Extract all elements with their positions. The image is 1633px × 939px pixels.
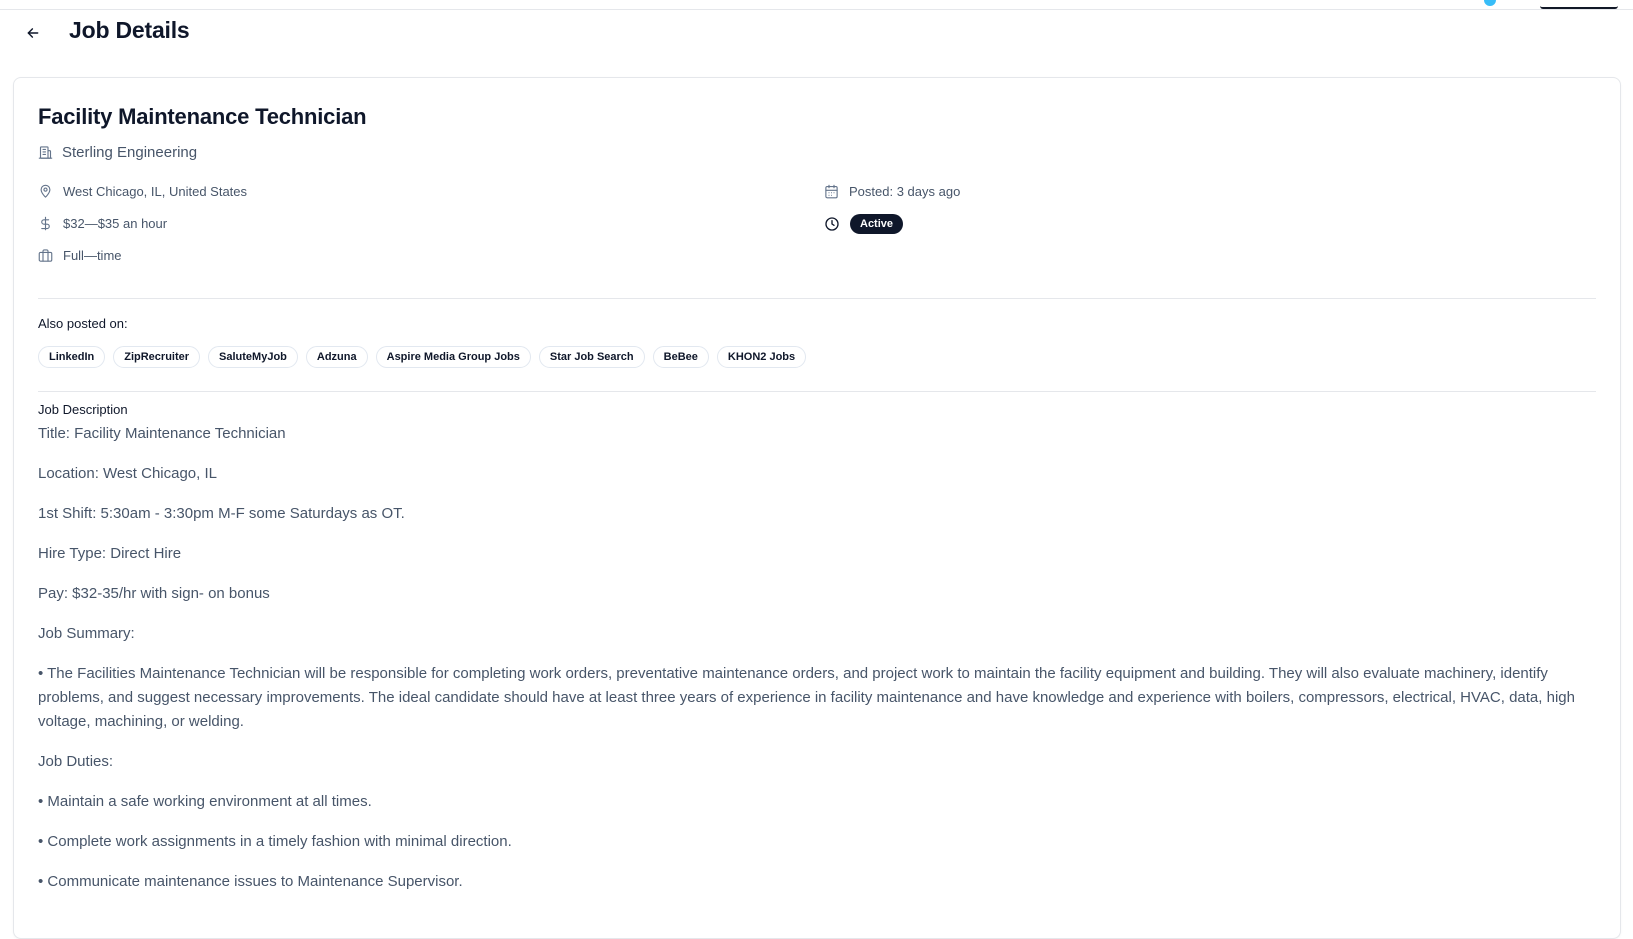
chip-salutemyjob[interactable]: SaluteMyJob	[208, 346, 298, 368]
top-action-button[interactable]	[1540, 0, 1618, 9]
clock-icon	[825, 217, 839, 231]
avatar-icon[interactable]	[1484, 0, 1496, 6]
page-header: Job Details	[0, 10, 1633, 56]
location-row: West Chicago, IL, United States	[38, 184, 247, 199]
job-type-text: Full—time	[63, 248, 122, 263]
description-paragraph: Title: Facility Maintenance Technician	[38, 425, 286, 442]
chip-aspire-media-group-jobs[interactable]: Aspire Media Group Jobs	[375, 346, 531, 368]
also-posted-label: Also posted on:	[38, 316, 128, 331]
job-description-label: Job Description	[38, 402, 128, 417]
description-paragraph: • Communicate maintenance issues to Main…	[38, 873, 463, 890]
description-paragraph: • The Facilities Maintenance Technician …	[38, 665, 1575, 730]
description-paragraph: Job Duties:	[38, 753, 114, 770]
posted-text: Posted: 3 days ago	[849, 184, 961, 199]
map-pin-icon	[40, 184, 51, 198]
job-title: Facility Maintenance Technician	[38, 104, 367, 129]
divider	[38, 298, 1596, 299]
chip-linkedin[interactable]: LinkedIn	[38, 346, 106, 368]
chip-ziprecruiter[interactable]: ZipRecruiter	[113, 346, 201, 368]
company-name: Sterling Engineering	[62, 144, 198, 161]
dollar-icon	[41, 216, 50, 231]
chip-bebee[interactable]: BeBee	[652, 346, 709, 368]
description-paragraph: Job Summary:	[38, 625, 135, 642]
also-posted-chips: LinkedIn ZipRecruiter SaluteMyJob Adzuna…	[38, 346, 807, 368]
pay-text: $32—$35 an hour	[63, 216, 168, 231]
location-text: West Chicago, IL, United States	[63, 184, 248, 199]
top-navbar-edge	[0, 0, 1633, 10]
status-row: Active	[824, 214, 904, 234]
building-icon	[38, 146, 53, 159]
pay-row: $32—$35 an hour	[38, 216, 167, 231]
job-type-row: Full—time	[38, 248, 122, 263]
page-title: Job Details	[69, 17, 190, 43]
description-paragraph: Hire Type: Direct Hire	[38, 545, 182, 562]
description-paragraph: • Maintain a safe working environment at…	[38, 793, 372, 810]
chip-adzuna[interactable]: Adzuna	[305, 346, 368, 368]
description-paragraph: Location: West Chicago, IL	[38, 465, 217, 482]
back-button[interactable]	[20, 20, 46, 46]
arrow-left-icon	[27, 28, 39, 38]
job-details-card: Facility Maintenance Technician Sterling…	[13, 77, 1621, 939]
status-badge: Active	[850, 214, 904, 234]
calendar-icon	[825, 184, 838, 199]
posted-row: Posted: 3 days ago	[824, 184, 960, 199]
description-paragraph: Pay: $32-35/hr with sign- on bonus	[38, 585, 270, 602]
description-paragraph: 1st Shift: 5:30am - 3:30pm M-F some Satu…	[38, 505, 405, 522]
job-description-body: Title: Facility Maintenance Technician L…	[38, 422, 1598, 910]
company-row: Sterling Engineering	[38, 144, 197, 161]
description-paragraph: • Complete work assignments in a timely …	[38, 833, 512, 850]
briefcase-icon	[38, 249, 53, 262]
chip-khon2-jobs[interactable]: KHON2 Jobs	[716, 346, 807, 368]
chip-star-job-search[interactable]: Star Job Search	[538, 346, 645, 368]
divider	[38, 391, 1596, 392]
